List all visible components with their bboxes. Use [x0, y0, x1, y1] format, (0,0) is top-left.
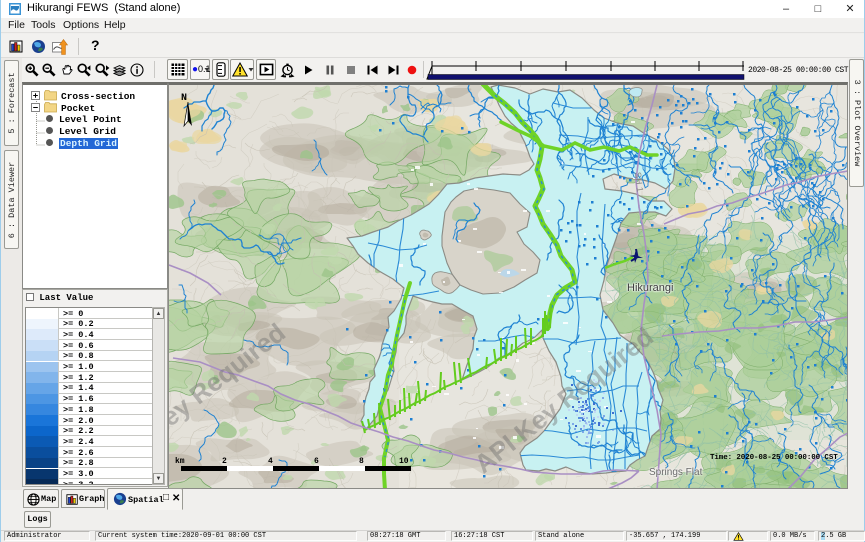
svg-text:N: N [181, 93, 187, 104]
svg-text:4: 4 [268, 457, 273, 466]
svg-text:2: 2 [222, 457, 227, 466]
svg-text:8: 8 [359, 457, 364, 466]
svg-text:10: 10 [399, 457, 409, 466]
svg-text:km: km [175, 457, 185, 466]
svg-text:6: 6 [314, 457, 319, 466]
